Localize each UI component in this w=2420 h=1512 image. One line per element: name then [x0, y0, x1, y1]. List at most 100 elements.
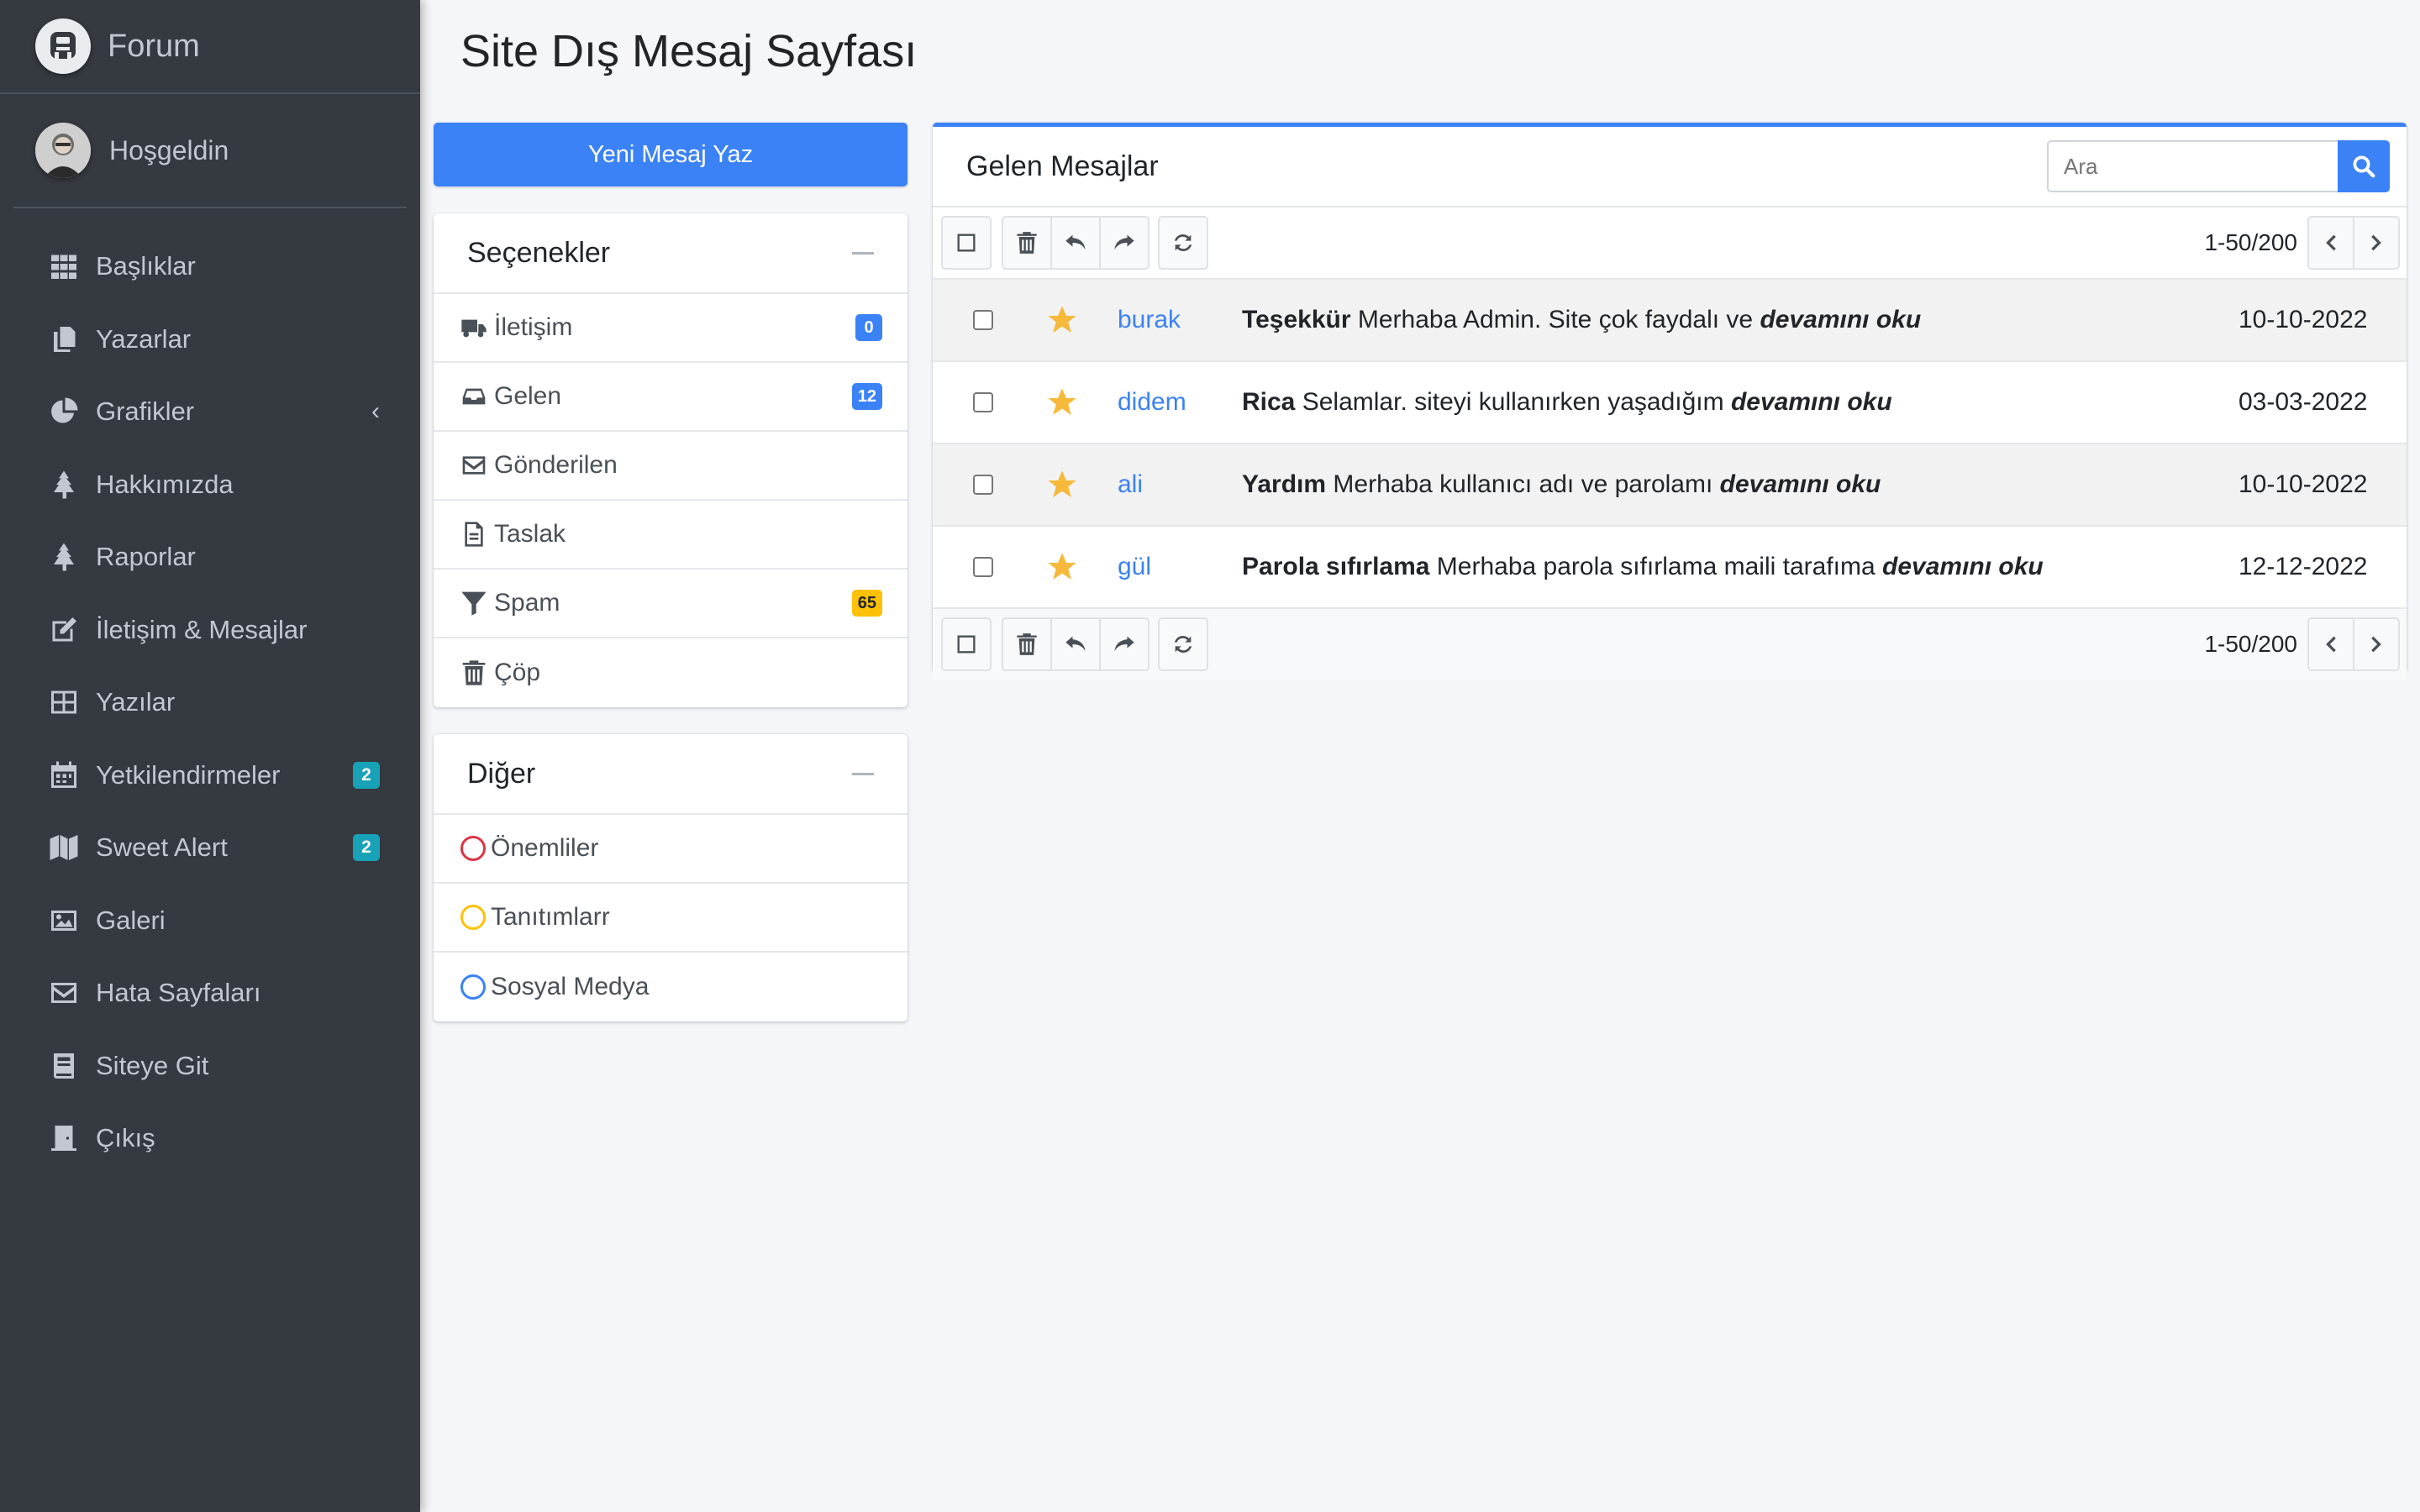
collapse-icon[interactable] [852, 772, 874, 775]
sidebar-item-yazarlar[interactable]: Yazarlar [0, 303, 420, 376]
message-sender[interactable]: ali [1118, 470, 1242, 499]
sidebar-item-label: Grafikler [96, 396, 195, 427]
sidebar-item-label: Hata Sayfaları [96, 978, 261, 1008]
envelope-icon [47, 976, 81, 1010]
search-button[interactable] [2338, 140, 2390, 192]
sidebar-item-cikis[interactable]: Çıkış [0, 1102, 420, 1175]
message-date: 10-10-2022 [2238, 470, 2368, 498]
folder-label: İletişim [494, 313, 573, 341]
sidebar-item-hakkimizda[interactable]: Hakkımızda [0, 449, 420, 522]
map-icon [47, 831, 81, 864]
message-body[interactable]: Rica Selamlar. siteyi kullanırken yaşadı… [1242, 388, 2238, 417]
folders-header: Seçenekler [434, 213, 908, 294]
row-checkbox[interactable] [973, 392, 993, 412]
forward-icon [1114, 234, 1134, 250]
select-all-button[interactable] [941, 617, 992, 671]
prev-page-button[interactable] [2307, 617, 2354, 671]
message-subject: Teşekkür [1242, 306, 1351, 333]
read-more-link[interactable]: devamını oku [1760, 306, 1921, 333]
sidebar-item-basliklar[interactable]: Başlıklar [0, 230, 420, 303]
folder-badge: 65 [851, 590, 882, 617]
read-more-link[interactable]: devamını oku [1731, 388, 1892, 416]
folder-label: Gelen [494, 382, 562, 410]
pager: 1-50/200 [2204, 617, 2400, 671]
row-checkbox[interactable] [973, 310, 993, 330]
brand-link[interactable]: Forum [0, 0, 420, 94]
calendar-icon [47, 759, 81, 792]
sidebar-item-hata-sayfalari[interactable]: Hata Sayfaları [0, 957, 420, 1030]
message-sender[interactable]: didem [1118, 388, 1242, 417]
sidebar-item-label: Yazarlar [96, 323, 192, 354]
forward-button[interactable] [1099, 216, 1150, 270]
folders-card: Seçenekler İletişim 0 Gelen 12 Gönderile… [434, 213, 908, 707]
folder-gonderilen[interactable]: Gönderilen [434, 432, 908, 501]
message-sender[interactable]: gül [1118, 553, 1242, 581]
table-row[interactable]: gül Parola sıfırlama Merhaba parola sıfı… [933, 525, 2407, 607]
read-more-link[interactable]: devamını oku [1720, 470, 1881, 498]
reply-icon [1065, 234, 1086, 250]
sidebar-item-iletisim-mesajlar[interactable]: İletişim & Mesajlar [0, 594, 420, 667]
delete-button[interactable] [1002, 216, 1052, 270]
row-checkbox[interactable] [973, 475, 993, 495]
next-page-button[interactable] [2353, 617, 2400, 671]
table-row[interactable]: burak Teşekkür Merhaba Admin. Site çok f… [933, 278, 2407, 360]
sidebar-item-siteye-git[interactable]: Siteye Git [0, 1030, 420, 1103]
label-sosyal-medya[interactable]: Sosyal Medya [434, 953, 908, 1021]
folder-cop[interactable]: Çöp [434, 638, 908, 707]
sidebar-item-grafikler[interactable]: Grafikler ‹ [0, 375, 420, 449]
select-all-button[interactable] [941, 216, 992, 270]
brand-text: Forum [108, 28, 200, 64]
delete-button[interactable] [1002, 617, 1052, 671]
folder-taslak[interactable]: Taslak [434, 501, 908, 570]
folder-iletisim[interactable]: İletişim 0 [434, 294, 908, 363]
folder-label: Gönderilen [494, 451, 618, 479]
table-row[interactable]: ali Yardım Merhaba kullanıcı adı ve paro… [933, 443, 2407, 525]
star-icon[interactable] [1045, 468, 1079, 501]
label-text: Sosyal Medya [491, 973, 650, 1000]
table-row[interactable]: didem Rica Selamlar. siteyi kullanırken … [933, 360, 2407, 443]
chevron-left-icon[interactable]: ‹ [371, 397, 380, 426]
refresh-button[interactable] [1158, 617, 1208, 671]
sidebar-item-sweet-alert[interactable]: Sweet Alert 2 [0, 811, 420, 885]
reply-button[interactable] [1050, 617, 1101, 671]
sidebar-item-label: Yetkilendirmeler [96, 759, 281, 790]
compose-button[interactable]: Yeni Mesaj Yaz [434, 123, 908, 186]
trash-icon [1017, 232, 1037, 254]
star-icon[interactable] [1045, 303, 1079, 337]
prev-page-button[interactable] [2307, 216, 2354, 270]
label-onemliler[interactable]: Önemliler [434, 815, 908, 884]
folder-spam[interactable]: Spam 65 [434, 570, 908, 638]
refresh-button[interactable] [1158, 216, 1208, 270]
message-body[interactable]: Yardım Merhaba kullanıcı adı ve parolamı… [1242, 470, 2238, 499]
search-group [2047, 140, 2390, 192]
sidebar-item-yetkilendirmeler[interactable]: Yetkilendirmeler 2 [0, 739, 420, 812]
sidebar-item-galeri[interactable]: Galeri [0, 885, 420, 958]
pie-chart-icon [47, 395, 81, 428]
user-panel[interactable]: Hoşgeldin [13, 94, 407, 208]
refresh-icon [1174, 234, 1192, 251]
next-page-button[interactable] [2353, 216, 2400, 270]
mailbox-toolbar-top: 1-50/200 [933, 207, 2407, 278]
message-subject: Rica [1242, 388, 1296, 416]
inbox-title: Gelen Mesajlar [966, 150, 1159, 182]
folder-gelen[interactable]: Gelen 12 [434, 363, 908, 432]
sidebar-item-label: İletişim & Mesajlar [96, 614, 308, 644]
read-more-link[interactable]: devamını oku [1882, 553, 2044, 580]
chevron-right-icon [2371, 636, 2381, 653]
sidebar-item-yazilar[interactable]: Yazılar [0, 666, 420, 739]
forward-button[interactable] [1099, 617, 1150, 671]
message-body[interactable]: Teşekkür Merhaba Admin. Site çok faydalı… [1242, 306, 2238, 334]
collapse-icon[interactable] [852, 251, 874, 255]
filter-icon [459, 588, 489, 618]
label-tanitimlar[interactable]: Tanıtımlarr [434, 884, 908, 953]
message-subject: Yardım [1242, 470, 1327, 498]
reply-button[interactable] [1050, 216, 1101, 270]
message-body[interactable]: Parola sıfırlama Merhaba parola sıfırlam… [1242, 553, 2238, 581]
star-icon[interactable] [1045, 386, 1079, 419]
message-sender[interactable]: burak [1118, 306, 1242, 334]
search-input[interactable] [2047, 140, 2338, 192]
sidebar-item-raporlar[interactable]: Raporlar [0, 521, 420, 594]
forum-logo-icon [35, 18, 91, 74]
star-icon[interactable] [1045, 550, 1079, 584]
row-checkbox[interactable] [973, 557, 993, 577]
